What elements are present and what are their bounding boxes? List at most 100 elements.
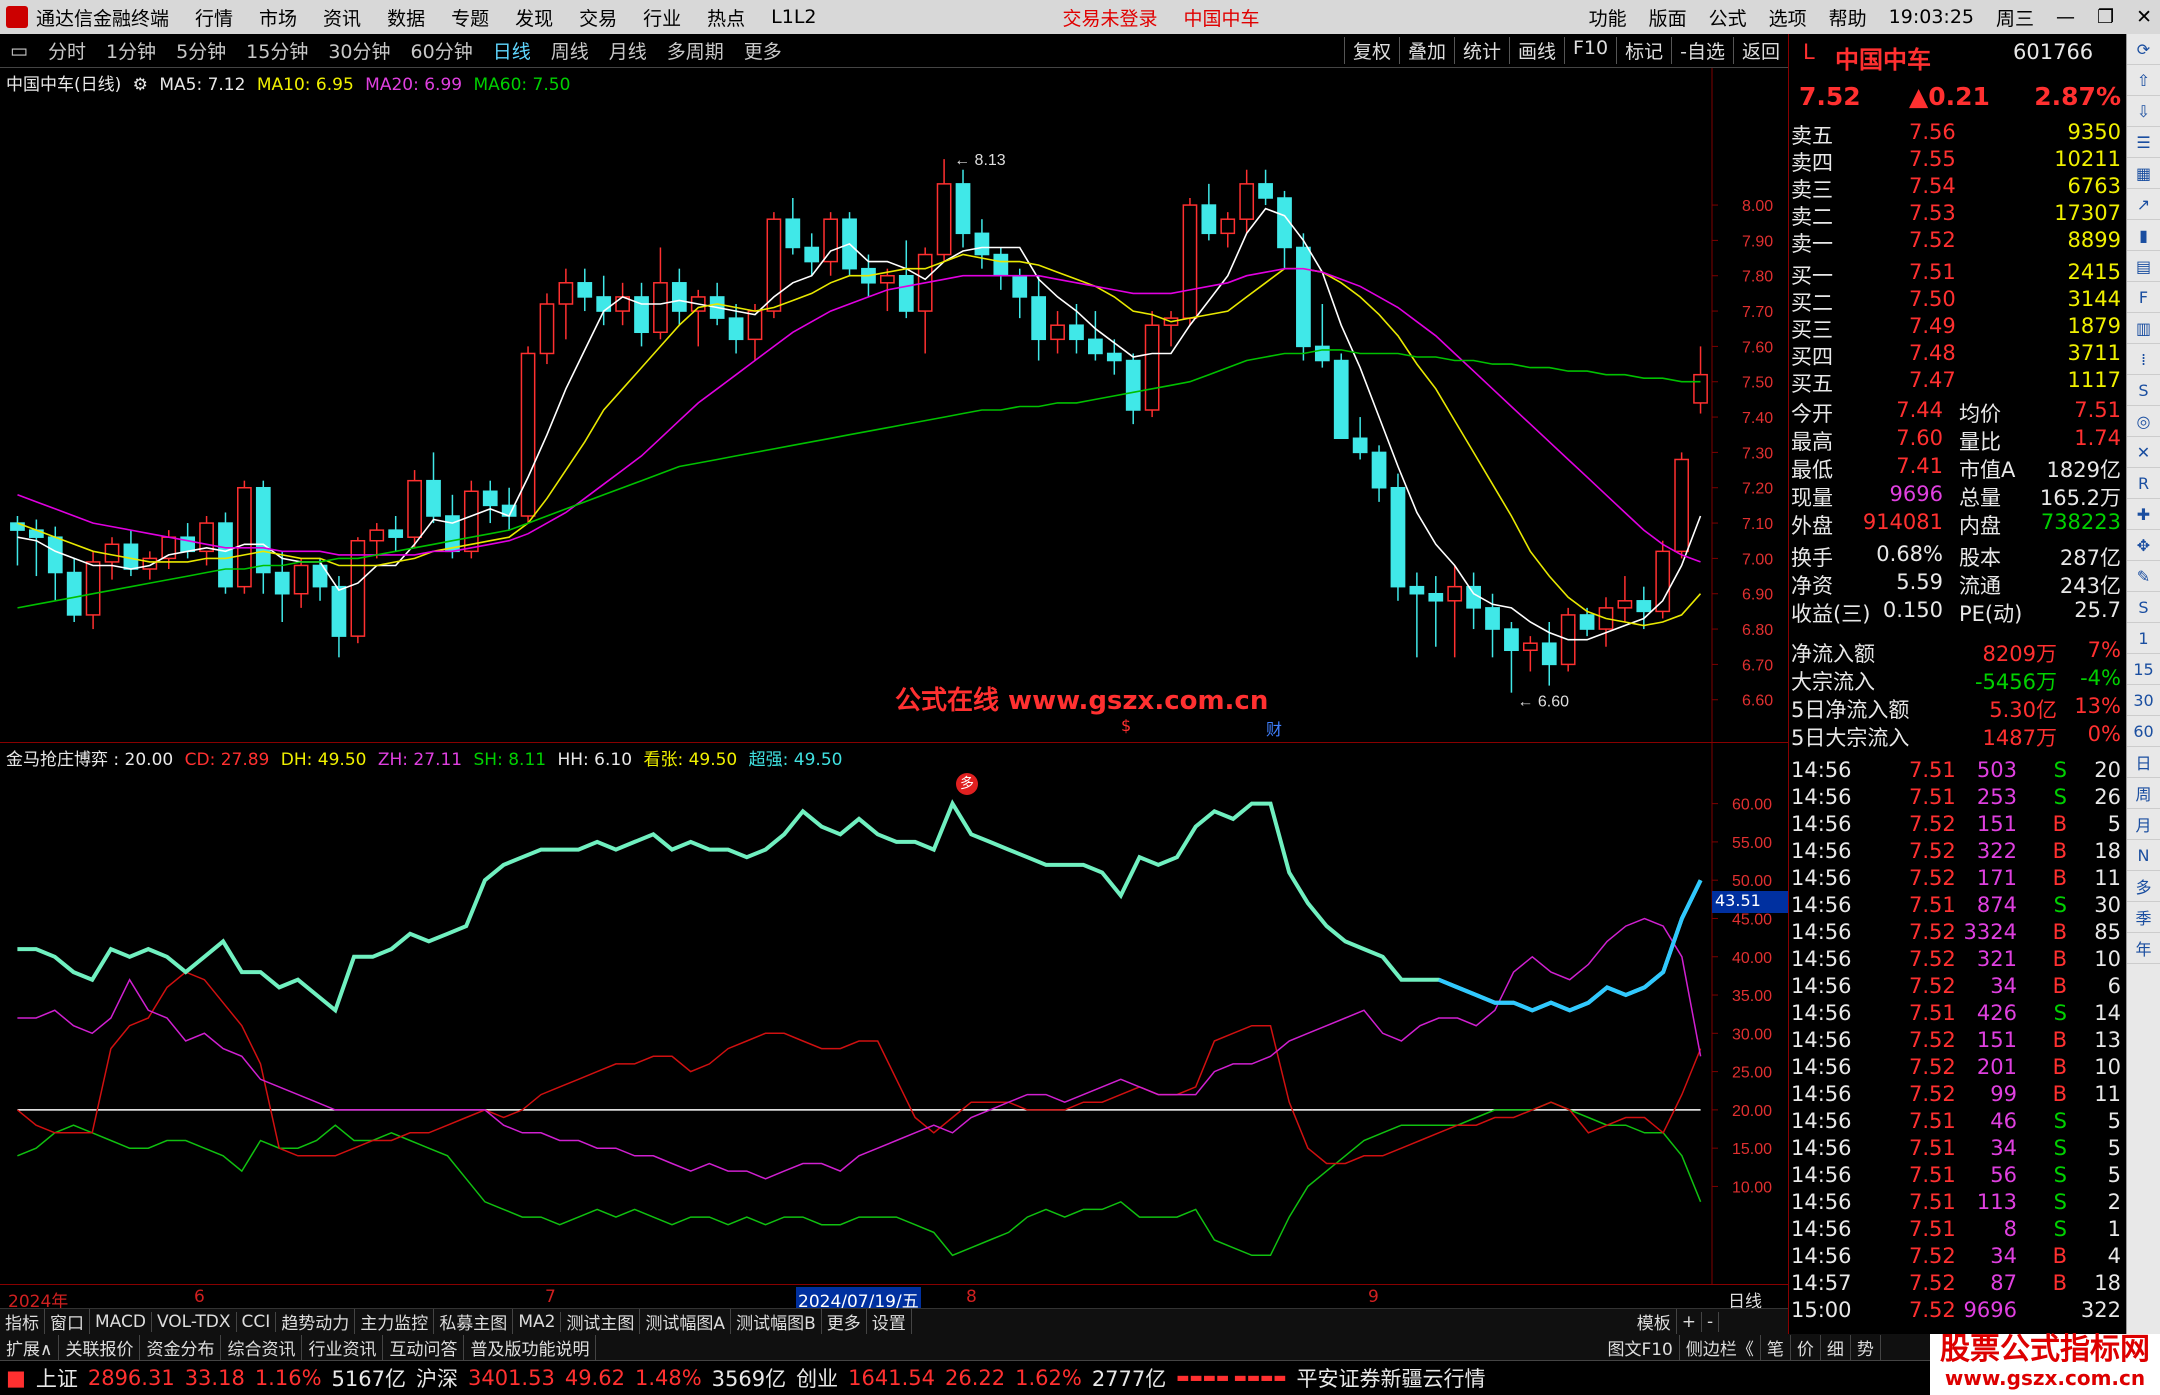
close-icon[interactable]: ✕ <box>2136 6 2152 28</box>
candle-down[interactable] <box>1428 592 1444 602</box>
menu-item-news[interactable]: 资讯 <box>323 4 361 31</box>
minimize-icon[interactable]: — <box>2056 6 2075 28</box>
refresh-icon[interactable]: ⟳ <box>2127 34 2160 65</box>
period-30-icon[interactable]: 30 <box>2127 685 2160 716</box>
tab-price[interactable]: 价 <box>1791 1334 1821 1360</box>
tab-trend-power[interactable]: 趋势动力 <box>276 1309 356 1334</box>
candle-up[interactable] <box>1447 585 1463 602</box>
period-month-button[interactable]: 月 <box>2127 809 2160 840</box>
f10-icon[interactable]: F <box>2127 282 2160 313</box>
candle-up[interactable] <box>558 282 574 305</box>
candle-up[interactable] <box>1050 324 1065 341</box>
candle-down[interactable] <box>1333 359 1349 440</box>
candle-down[interactable] <box>274 571 290 595</box>
candle-down[interactable] <box>1031 296 1047 341</box>
menu-item-function[interactable]: 功能 <box>1589 4 1627 31</box>
period-multi-button[interactable]: 多 <box>2127 871 2160 902</box>
menu-item-discover[interactable]: 发现 <box>515 4 553 31</box>
tab-macd[interactable]: MACD <box>90 1311 152 1332</box>
candlestick-chart[interactable]: 6.60 6.70 6.80 6.90 7.00 7.10 7.20 7.30 7.40 7.50… <box>0 68 1788 742</box>
remove-window-button[interactable]: - <box>1702 1311 1720 1332</box>
line-chart-icon[interactable]: ↗ <box>2127 189 2160 220</box>
candle-up[interactable] <box>463 490 479 553</box>
template-button[interactable]: 模板 <box>1632 1309 1677 1334</box>
candle-icon[interactable]: ▮ <box>2127 220 2160 251</box>
tab-general-news[interactable]: 综合资讯 <box>221 1334 303 1360</box>
menu-item-options[interactable]: 选项 <box>1769 4 1807 31</box>
menu-item-data[interactable]: 数据 <box>387 4 425 31</box>
fs2-icon[interactable]: S <box>2127 592 2160 623</box>
candle-down[interactable] <box>993 253 1009 277</box>
period-tab-timeshare[interactable]: 分时 <box>44 37 90 64</box>
event-marker-dollar[interactable]: $ <box>1121 716 1131 735</box>
f10-button[interactable]: F10 <box>1564 37 1616 64</box>
candle-down[interactable] <box>1106 352 1122 362</box>
tab-test-sub-a[interactable]: 测试幅图A <box>640 1309 732 1334</box>
candle-up[interactable] <box>539 303 555 355</box>
period-tab-5min[interactable]: 5分钟 <box>172 37 230 64</box>
candle-down[interactable] <box>671 282 687 312</box>
tab-indicator[interactable]: 指标 <box>0 1309 45 1334</box>
candle-up[interactable] <box>104 543 120 563</box>
tab-f10-graphic[interactable]: 图文F10 <box>1601 1334 1680 1360</box>
arrow-up-icon[interactable]: ⇧ <box>2127 65 2160 96</box>
candle-down[interactable] <box>1390 486 1406 588</box>
candle-down[interactable] <box>1541 642 1557 666</box>
period-tab-30min[interactable]: 30分钟 <box>324 37 394 64</box>
candle-up[interactable] <box>1674 458 1690 553</box>
candle-down[interactable] <box>785 218 801 249</box>
tab-test-main[interactable]: 测试主图 <box>561 1309 641 1334</box>
main-legend-settings-icon[interactable]: ⚙ <box>133 75 148 95</box>
menu-item-layout[interactable]: 版面 <box>1649 4 1687 31</box>
tab-sidebar[interactable]: 侧边栏《 <box>1680 1334 1761 1360</box>
menu-item-hot[interactable]: 热点 <box>707 4 745 31</box>
candle-up[interactable] <box>653 282 668 334</box>
back-button[interactable]: 返回 <box>1732 37 1788 64</box>
indicator-svg[interactable]: 10.00 15.00 20.00 25.00 30.00 35.00 40.00 45.00… <box>0 743 1788 1285</box>
tab-lite-help[interactable]: 普及版功能说明 <box>464 1334 597 1360</box>
remove-watchlist-button[interactable]: -自选 <box>1671 37 1733 64</box>
stats-button[interactable]: 统计 <box>1453 37 1509 64</box>
period-tab-more[interactable]: 更多 <box>740 37 786 64</box>
period-n-button[interactable]: N <box>2127 840 2160 871</box>
period-tab-monthly[interactable]: 月线 <box>605 37 651 64</box>
cross-icon[interactable]: ✕ <box>2127 437 2160 468</box>
candle-down[interactable] <box>1258 183 1273 199</box>
candle-down[interactable] <box>728 317 744 341</box>
candle-down[interactable] <box>218 522 233 588</box>
mark-button[interactable]: 标记 <box>1616 37 1671 64</box>
tab-more[interactable]: 更多 <box>822 1309 867 1334</box>
candle-down[interactable] <box>1088 338 1103 355</box>
period-15-icon[interactable]: 15 <box>2127 654 2160 685</box>
tab-private-main[interactable]: 私募主图 <box>434 1309 514 1334</box>
period-tab-1min[interactable]: 1分钟 <box>102 37 160 64</box>
candle-up[interactable] <box>369 529 385 542</box>
candle-up[interactable] <box>1182 204 1198 319</box>
add-window-button[interactable]: + <box>1677 1311 1702 1332</box>
tab-trend[interactable]: 势 <box>1851 1334 1881 1360</box>
indicator-chart[interactable]: 10.00 15.00 20.00 25.00 30.00 35.00 40.00 45.00… <box>0 742 1788 1285</box>
index-sz-name[interactable]: 沪深 <box>416 1363 458 1393</box>
candle-up[interactable] <box>1522 642 1538 652</box>
candle-down[interactable] <box>331 585 347 637</box>
period-tab-15min[interactable]: 15分钟 <box>242 37 312 64</box>
tab-fund-distribution[interactable]: 资金分布 <box>140 1334 222 1360</box>
period-tab-multi[interactable]: 多周期 <box>663 37 728 64</box>
candle-down[interactable] <box>1579 614 1595 630</box>
circle-icon[interactable]: ◎ <box>2127 406 2160 437</box>
candle-down[interactable] <box>898 274 914 312</box>
restore-rights-button[interactable]: 复权 <box>1343 37 1399 64</box>
tab-window[interactable]: 窗口 <box>45 1309 90 1334</box>
menu-item-market[interactable]: 市场 <box>259 4 297 31</box>
tab-related-quotes[interactable]: 关联报价 <box>59 1334 141 1360</box>
candle-down[interactable] <box>974 232 990 256</box>
plus-icon[interactable]: ✚ <box>2127 499 2160 530</box>
menu-item-trade[interactable]: 交易 <box>579 4 617 31</box>
candle-down[interactable] <box>1125 359 1141 411</box>
candle-up[interactable] <box>936 183 952 256</box>
candle-down[interactable] <box>482 490 498 507</box>
menu-item-help[interactable]: 帮助 <box>1829 4 1867 31</box>
restore-icon[interactable]: ❐ <box>2097 6 2114 28</box>
tab-qa[interactable]: 互动问答 <box>383 1334 465 1360</box>
tab-bi[interactable]: 笔 <box>1761 1334 1791 1360</box>
